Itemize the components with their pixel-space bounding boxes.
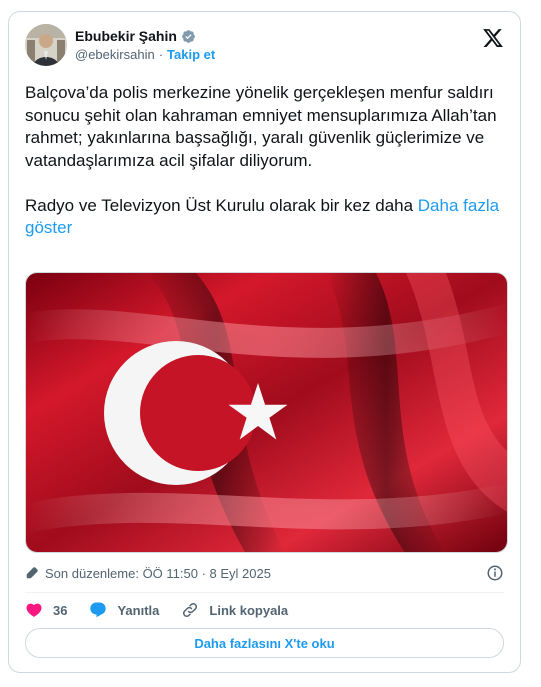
- avatar[interactable]: [25, 24, 67, 66]
- edited-timestamp[interactable]: Son düzenleme: ÖÖ 11:50 · 8 Eyl 2025: [45, 566, 271, 581]
- tweet-card: Ebubekir Şahin @ebekirsahin · Takip et B…: [8, 11, 521, 673]
- reply-bubble-icon: [90, 602, 107, 618]
- tweet-text: Balçova’da polis merkezine yönelik gerçe…: [25, 82, 500, 240]
- x-logo-icon[interactable]: [482, 27, 504, 49]
- reply-label: Yanıtla: [117, 602, 160, 618]
- separator-dot: ·: [158, 47, 164, 62]
- divider: [25, 592, 504, 593]
- info-icon[interactable]: [486, 564, 504, 582]
- action-bar: 36 Yanıtla Link kopyala: [25, 600, 504, 620]
- edit-pencil-icon: [26, 567, 38, 579]
- edit-meta-row: Son düzenleme: ÖÖ 11:50 · 8 Eyl 2025: [25, 563, 504, 583]
- tweet-header: Ebubekir Şahin @ebekirsahin · Takip et: [25, 24, 504, 72]
- copy-link-label: Link kopyala: [209, 602, 289, 618]
- verified-badge-icon: [182, 29, 195, 43]
- link-icon: [183, 602, 198, 618]
- read-more-on-x-button[interactable]: Daha fazlasını X'te oku: [25, 628, 504, 658]
- copy-link-button[interactable]: Link kopyala: [181, 601, 288, 619]
- like-count: 36: [53, 602, 68, 618]
- reply-button[interactable]: Yanıtla: [89, 601, 159, 619]
- like-button[interactable]: 36: [25, 601, 67, 619]
- author-name[interactable]: Ebubekir Şahin: [75, 28, 177, 44]
- tweet-image[interactable]: [25, 272, 508, 553]
- heart-icon: [26, 603, 42, 617]
- author-handle[interactable]: @ebekirsahin: [75, 47, 155, 62]
- follow-button[interactable]: Takip et: [167, 47, 215, 62]
- turkish-flag-image: [26, 273, 507, 552]
